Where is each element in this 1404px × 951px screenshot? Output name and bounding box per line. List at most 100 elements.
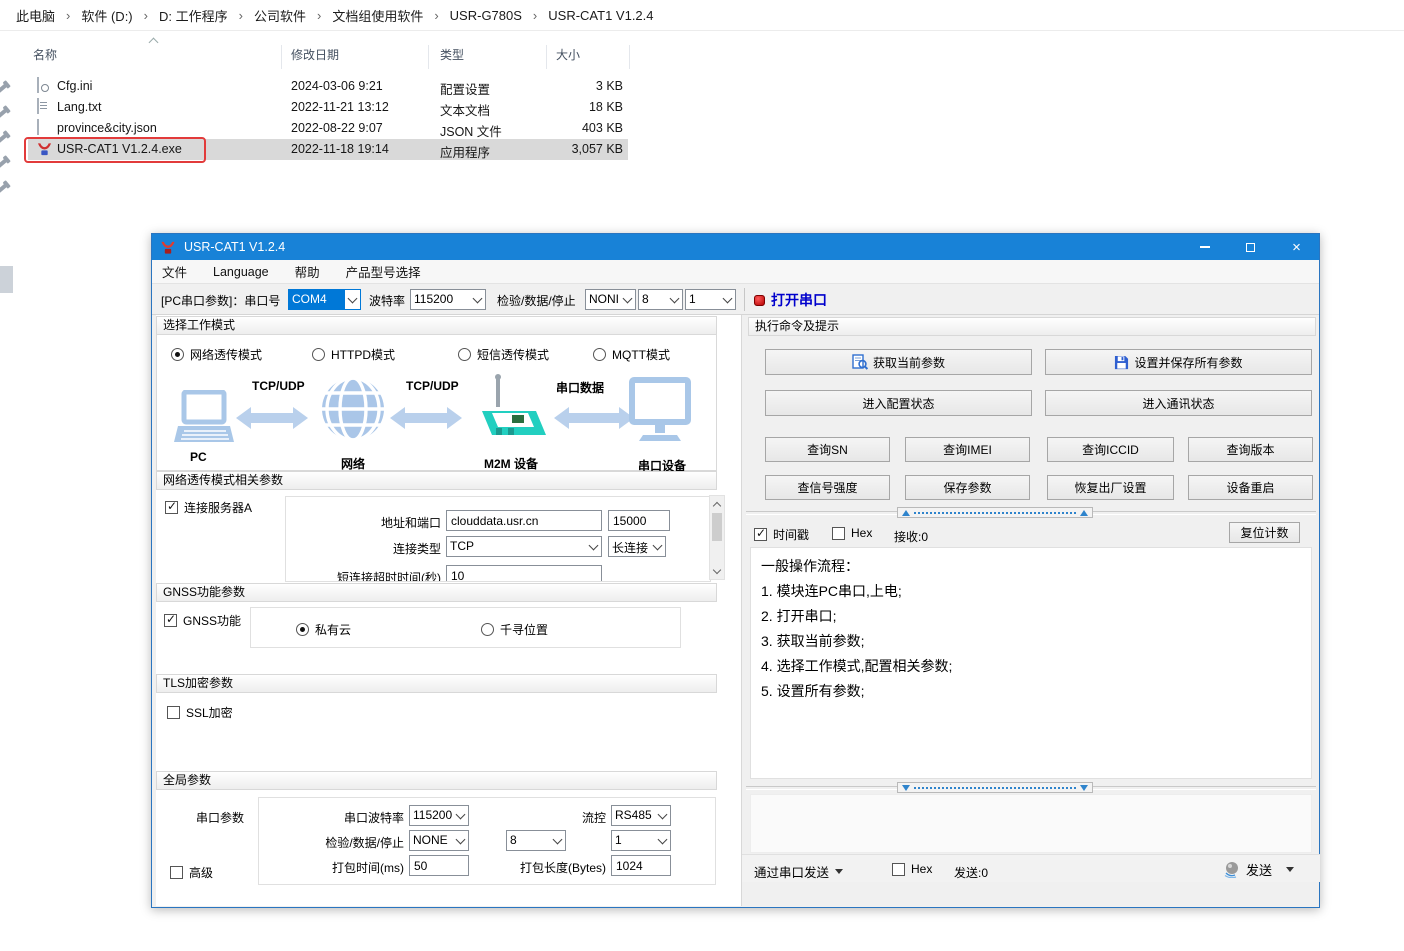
column-separator[interactable] <box>629 45 630 69</box>
receive-log-area[interactable]: 一般操作流程： 1. 模块连PC串口,上电; 2. 打开串口; 3. 获取当前参… <box>750 547 1312 779</box>
settings-panel: 选择工作模式 网络透传模式 HTTPD模式 短信透传模式 MQTT模式 PC T… <box>156 315 741 906</box>
query-sn-button[interactable]: 查询SN <box>765 437 890 462</box>
file-date: 2022-11-21 13:12 <box>291 100 389 114</box>
send-input-area[interactable] <box>750 794 1312 853</box>
breadcrumb-item[interactable]: D: 工作程序 <box>159 6 228 25</box>
chevron-down-icon <box>453 806 468 825</box>
enter-comm-button[interactable]: 进入通讯状态 <box>1045 390 1312 416</box>
column-separator[interactable] <box>428 45 429 69</box>
text-file-icon <box>37 99 52 115</box>
parity-select[interactable]: NONI <box>585 289 636 310</box>
menu-file[interactable]: 文件 <box>162 262 187 281</box>
pack-len-input[interactable] <box>611 855 671 876</box>
splitter-handle[interactable] <box>897 782 1093 793</box>
splitter-handle[interactable] <box>897 507 1093 518</box>
g-flow-select[interactable]: RS485 <box>611 805 671 826</box>
query-version-button[interactable]: 查询版本 <box>1188 437 1313 462</box>
minimize-button[interactable] <box>1182 234 1227 260</box>
breadcrumb-item[interactable]: USR-G780S <box>450 8 522 23</box>
file-row[interactable]: Lang.txt 2022-11-21 13:12 文本文档 18 KB <box>28 97 628 118</box>
send-via-serial-dropdown[interactable]: 通过串口发送 <box>754 862 843 881</box>
set-save-all-button[interactable]: 设置并保存所有参数 <box>1045 349 1312 375</box>
menu-product-model[interactable]: 产品型号选择 <box>346 262 421 281</box>
device-reboot-button[interactable]: 设备重启 <box>1188 475 1313 500</box>
get-params-button[interactable]: 获取当前参数 <box>765 349 1032 375</box>
open-serial-button[interactable]: 打开串口 <box>754 290 827 310</box>
server-port-input[interactable] <box>608 510 670 531</box>
file-date: 2024-03-06 9:21 <box>291 79 383 93</box>
checkbox-icon <box>832 527 845 540</box>
radio-qianxun[interactable]: 千寻位置 <box>481 621 548 638</box>
reset-counter-button[interactable]: 复位计数 <box>1229 522 1300 543</box>
server-a-checkbox[interactable]: 连接服务器A <box>165 499 252 516</box>
factory-reset-button[interactable]: 恢复出厂设置 <box>1047 475 1174 500</box>
server-address-input[interactable] <box>446 510 602 531</box>
enter-config-button[interactable]: 进入配置状态 <box>765 390 1032 416</box>
radio-httpd[interactable]: HTTPD模式 <box>312 346 395 363</box>
file-name: Lang.txt <box>57 100 101 114</box>
log-line: 2. 打开串口; <box>761 604 1301 629</box>
gnss-enable-checkbox[interactable]: GNSS功能 <box>164 612 241 629</box>
recv-count-label: 接收:0 <box>894 528 928 545</box>
column-separator[interactable] <box>281 45 282 69</box>
column-header-date[interactable]: 修改日期 <box>291 46 339 63</box>
query-signal-button[interactable]: 查信号强度 <box>765 475 890 500</box>
ssl-checkbox[interactable]: SSL加密 <box>167 704 233 721</box>
keepalive-select[interactable]: 长连接 <box>608 536 666 557</box>
column-header-name[interactable]: 名称 <box>33 46 57 63</box>
scrollbar-thumb[interactable] <box>712 513 722 541</box>
file-row[interactable]: province&city.json 2022-08-22 9:07 JSON … <box>28 118 628 139</box>
g-stopbits-select[interactable]: 1 <box>611 830 671 851</box>
recv-hex-checkbox[interactable]: Hex <box>832 526 872 540</box>
query-imei-button[interactable]: 查询IMEI <box>905 437 1030 462</box>
menu-help[interactable]: 帮助 <box>295 262 320 281</box>
timestamp-checkbox[interactable]: 时间戳 <box>754 526 809 543</box>
breadcrumb-separator-icon: › <box>434 8 438 23</box>
search-doc-icon <box>852 354 868 370</box>
column-header-size[interactable]: 大小 <box>556 46 580 63</box>
g-baud-select[interactable]: 115200 <box>409 805 469 826</box>
save-params-button[interactable]: 保存参数 <box>905 475 1030 500</box>
query-iccid-button[interactable]: 查询ICCID <box>1047 437 1174 462</box>
chevron-down-icon <box>1286 867 1294 872</box>
diagram-link1-label: TCP/UDP <box>252 379 305 393</box>
net-scrollbar[interactable] <box>709 495 725 580</box>
ini-file-icon <box>37 78 52 94</box>
radio-private-cloud[interactable]: 私有云 <box>296 621 351 638</box>
breadcrumb-item[interactable]: 文档组使用软件 <box>332 6 423 25</box>
radio-mqtt[interactable]: MQTT模式 <box>593 346 670 363</box>
file-row[interactable]: Cfg.ini 2024-03-06 9:21 配置设置 3 KB <box>28 76 628 97</box>
timeout-input[interactable] <box>446 565 602 581</box>
pack-time-input[interactable] <box>409 855 469 876</box>
checkbox-icon <box>754 528 767 541</box>
g-databits-select[interactable]: 8 <box>506 830 566 851</box>
g-parity-select[interactable]: NONE <box>409 830 469 851</box>
breadcrumb-item[interactable]: 公司软件 <box>254 6 306 25</box>
breadcrumb-item[interactable]: USR-CAT1 V1.2.4 <box>548 8 653 23</box>
triangle-up-icon <box>902 510 910 516</box>
send-button[interactable]: 发送 <box>1224 860 1294 879</box>
breadcrumb-item[interactable]: 此电脑 <box>16 6 55 25</box>
tls-header: TLS加密参数 <box>156 674 717 693</box>
scroll-down-icon[interactable] <box>710 564 724 579</box>
exec-header: 执行命令及提示 <box>748 317 1316 336</box>
com-port-select[interactable]: COM4 <box>288 289 361 310</box>
breadcrumb-item[interactable]: 软件 (D:) <box>81 6 132 25</box>
maximize-button[interactable] <box>1228 234 1273 260</box>
scroll-up-icon[interactable] <box>710 496 724 511</box>
conn-type-select[interactable]: TCP <box>446 536 602 557</box>
send-hex-checkbox[interactable]: Hex <box>892 862 932 876</box>
breadcrumb-separator-icon: › <box>533 8 537 23</box>
radio-sms[interactable]: 短信透传模式 <box>458 346 549 363</box>
close-button[interactable]: × <box>1274 234 1319 260</box>
baud-select[interactable]: 115200 <box>410 289 486 310</box>
column-header-type[interactable]: 类型 <box>440 46 464 63</box>
checkbox-icon <box>170 866 183 879</box>
stopbits-select[interactable]: 1 <box>685 289 736 310</box>
column-separator[interactable] <box>546 45 547 69</box>
file-type: JSON 文件 <box>440 121 502 140</box>
menu-language[interactable]: Language <box>213 265 269 279</box>
advanced-checkbox[interactable]: 高级 <box>170 864 213 881</box>
databits-select[interactable]: 8 <box>638 289 683 310</box>
radio-net-transparent[interactable]: 网络透传模式 <box>171 346 262 363</box>
